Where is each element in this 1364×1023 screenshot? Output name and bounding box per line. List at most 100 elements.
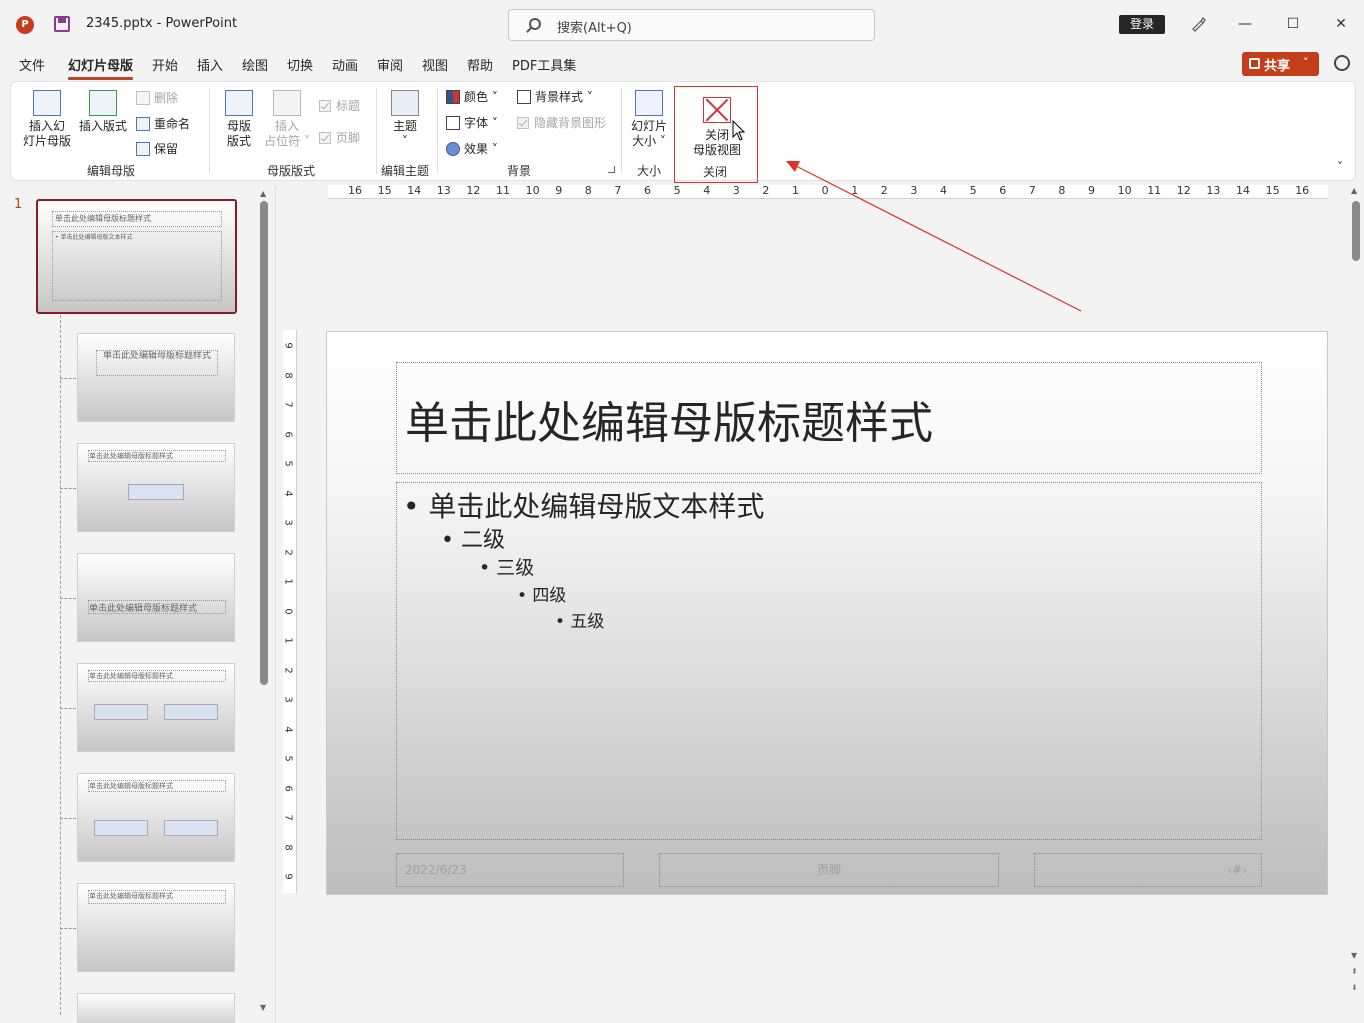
ruler-tick-label: 4 <box>283 725 294 733</box>
themes-chevron: ˅ <box>402 134 408 148</box>
main-scroll-down-icon[interactable]: ▼ <box>1351 951 1357 960</box>
dialog-launcher-icon[interactable] <box>608 166 615 173</box>
login-button[interactable]: 登录 <box>1119 15 1165 34</box>
ruler-tick-label: 11 <box>1147 185 1162 197</box>
tab-file[interactable]: 文件 <box>19 55 45 74</box>
comments-icon[interactable] <box>1334 55 1350 71</box>
scroll-up-icon[interactable]: ▲ <box>260 189 266 198</box>
tab-slide-master[interactable]: 幻灯片母版 <box>68 55 134 80</box>
layout-thumbnail-4[interactable]: 单击此处编辑母版标题样式 <box>77 663 235 752</box>
hide-background-label: 隐藏背景图形 <box>534 116 607 130</box>
layout-thumbnail-2[interactable]: 单击此处编辑母版标题样式 <box>77 443 235 532</box>
rename-button[interactable]: 重命名 <box>136 115 190 132</box>
text-level-4[interactable]: • 四级 <box>517 581 566 606</box>
close-master-label-1: 关闭 <box>704 128 729 142</box>
tab-draw[interactable]: 绘图 <box>242 55 268 74</box>
layout-thumbnail-7[interactable] <box>77 993 235 1023</box>
thumb-title: 单击此处编辑母版标题样式 <box>88 450 226 462</box>
maximize-button[interactable]: ☐ <box>1281 12 1305 36</box>
tab-review[interactable]: 审阅 <box>377 55 403 74</box>
close-master-label-2: 母版视图 <box>692 143 741 157</box>
ruler-tick-label: 15 <box>1265 185 1280 197</box>
horizontal-ruler: 16 15 14 13 12 11 10 9 8 7 6 5 4 3 2 1 0 1 2 3 4 5 6 7 8 9 10 11 12 1… <box>328 185 1328 199</box>
colors-button[interactable]: 颜色 ˅ <box>446 88 498 105</box>
next-slide-icon[interactable]: ⇟ <box>1351 983 1358 992</box>
ruler-tick-label: 8 <box>1058 185 1066 197</box>
thumb-title: 单击此处编辑母版标题样式 <box>96 350 218 376</box>
rename-icon <box>136 117 150 131</box>
hide-background-checkbox[interactable]: 隐藏背景图形 <box>517 114 606 131</box>
main-scroll-up-icon[interactable]: ▲ <box>1351 186 1357 195</box>
insert-placeholder-button[interactable]: 插入 占位符 ˅ <box>261 90 313 149</box>
slide-size-button[interactable]: 幻灯片 大小 ˅ <box>625 90 673 149</box>
ribbon-collapse-chevron-icon[interactable]: ˅ <box>1337 160 1343 174</box>
ruler-tick-label: 10 <box>525 185 540 197</box>
ribbon-separator <box>621 88 622 174</box>
ruler-tick-label: 7 <box>283 814 294 821</box>
date-placeholder[interactable]: 2022/6/23 <box>396 853 624 887</box>
ruler-tick-label: 6 <box>283 430 294 438</box>
group-label-edit-theme: 编辑主题 <box>380 164 429 178</box>
slide-master-thumbnail[interactable]: 单击此处编辑母版标题样式 • 单击此处编辑母版文本样式 <box>36 199 237 314</box>
themes-button[interactable]: 主题 ˅ <box>385 90 425 149</box>
fonts-button[interactable]: 字体 ˅ <box>446 114 498 131</box>
footer-checkbox-label: 页脚 <box>336 131 361 145</box>
tab-home[interactable]: 开始 <box>152 55 178 74</box>
master-layout-button[interactable]: 母版 版式 <box>217 90 261 149</box>
tab-animations[interactable]: 动画 <box>332 55 358 74</box>
thumbnail-scrollbar[interactable] <box>260 201 268 685</box>
layout-thumbnail-1[interactable]: 单击此处编辑母版标题样式 <box>77 333 235 422</box>
scroll-down-icon[interactable]: ▼ <box>260 1003 266 1012</box>
layout-thumbnail-6[interactable]: 单击此处编辑母版标题样式 <box>77 883 235 972</box>
layout-thumbnail-5[interactable]: 单击此处编辑母版标题样式 <box>77 773 235 862</box>
ruler-tick-label: 8 <box>283 371 294 379</box>
main-scrollbar[interactable] <box>1352 201 1360 261</box>
ruler-tick-label: 9 <box>555 185 563 197</box>
ruler-tick-label: 7 <box>1028 185 1036 197</box>
minimize-button[interactable]: — <box>1233 12 1257 36</box>
ruler-tick-label: 12 <box>1176 185 1191 197</box>
insert-layout-icon <box>89 90 117 116</box>
effects-button[interactable]: 效果 ˅ <box>446 140 498 157</box>
search-input[interactable]: 搜索(Alt+Q) <box>508 9 875 41</box>
group-label-background: 背景 <box>506 164 531 178</box>
ruler-tick-label: 8 <box>584 185 592 197</box>
pen-icon[interactable] <box>1190 16 1206 32</box>
insert-slide-master-button[interactable]: 插入幻 灯片母版 <box>21 90 73 149</box>
title-placeholder[interactable]: 单击此处编辑母版标题样式 <box>396 362 1262 474</box>
ruler-tick-label: 1 <box>283 578 294 585</box>
save-icon[interactable] <box>54 16 70 32</box>
tab-help[interactable]: 帮助 <box>467 55 493 74</box>
connector-dash <box>60 708 76 709</box>
background-styles-button[interactable]: 背景样式 ˅ <box>517 88 593 105</box>
share-icon <box>1249 58 1260 69</box>
tab-pdf-tools[interactable]: PDF工具集 <box>512 55 576 74</box>
slide-number-placeholder[interactable]: ‹#› <box>1034 853 1262 887</box>
preserve-button[interactable]: 保留 <box>136 140 178 157</box>
themes-icon <box>391 90 419 116</box>
insert-layout-button[interactable]: 插入版式 <box>77 90 129 134</box>
slide-title[interactable]: 单击此处编辑母版标题样式 <box>405 387 933 451</box>
share-button[interactable]: 共享 ˅ <box>1242 52 1319 76</box>
insert-slide-master-label-2: 灯片母版 <box>22 134 71 148</box>
text-level-5[interactable]: • 五级 <box>555 607 604 632</box>
text-level-2[interactable]: • 二级 <box>441 522 505 554</box>
body-placeholder[interactable]: • 单击此处编辑母版文本样式 • 二级 • 三级 • 四级 • 五级 <box>396 482 1262 840</box>
text-level-1[interactable]: • 单击此处编辑母版文本样式 <box>403 485 764 525</box>
tab-transitions[interactable]: 切换 <box>287 55 313 74</box>
colors-icon <box>446 90 460 104</box>
tab-insert[interactable]: 插入 <box>197 55 223 74</box>
footer-checkbox[interactable]: 页脚 <box>319 129 360 146</box>
footer-placeholder[interactable]: 页脚 <box>659 853 999 887</box>
tab-view[interactable]: 视图 <box>422 55 448 74</box>
text-level-3[interactable]: • 三级 <box>479 553 534 580</box>
ruler-tick-label: 2 <box>880 185 888 197</box>
delete-button[interactable]: 删除 <box>136 89 178 106</box>
insert-placeholder-label-2: 占位符 ˅ <box>264 134 310 148</box>
thumb-title: 单击此处编辑母版标题样式 <box>88 600 226 614</box>
layout-thumbnail-3[interactable]: 单击此处编辑母版标题样式 <box>77 553 235 642</box>
close-window-button[interactable]: ✕ <box>1329 12 1353 36</box>
group-label-edit-master: 编辑母版 <box>86 164 135 178</box>
title-checkbox[interactable]: 标题 <box>319 97 360 114</box>
prev-slide-icon[interactable]: ⇞ <box>1351 967 1358 976</box>
